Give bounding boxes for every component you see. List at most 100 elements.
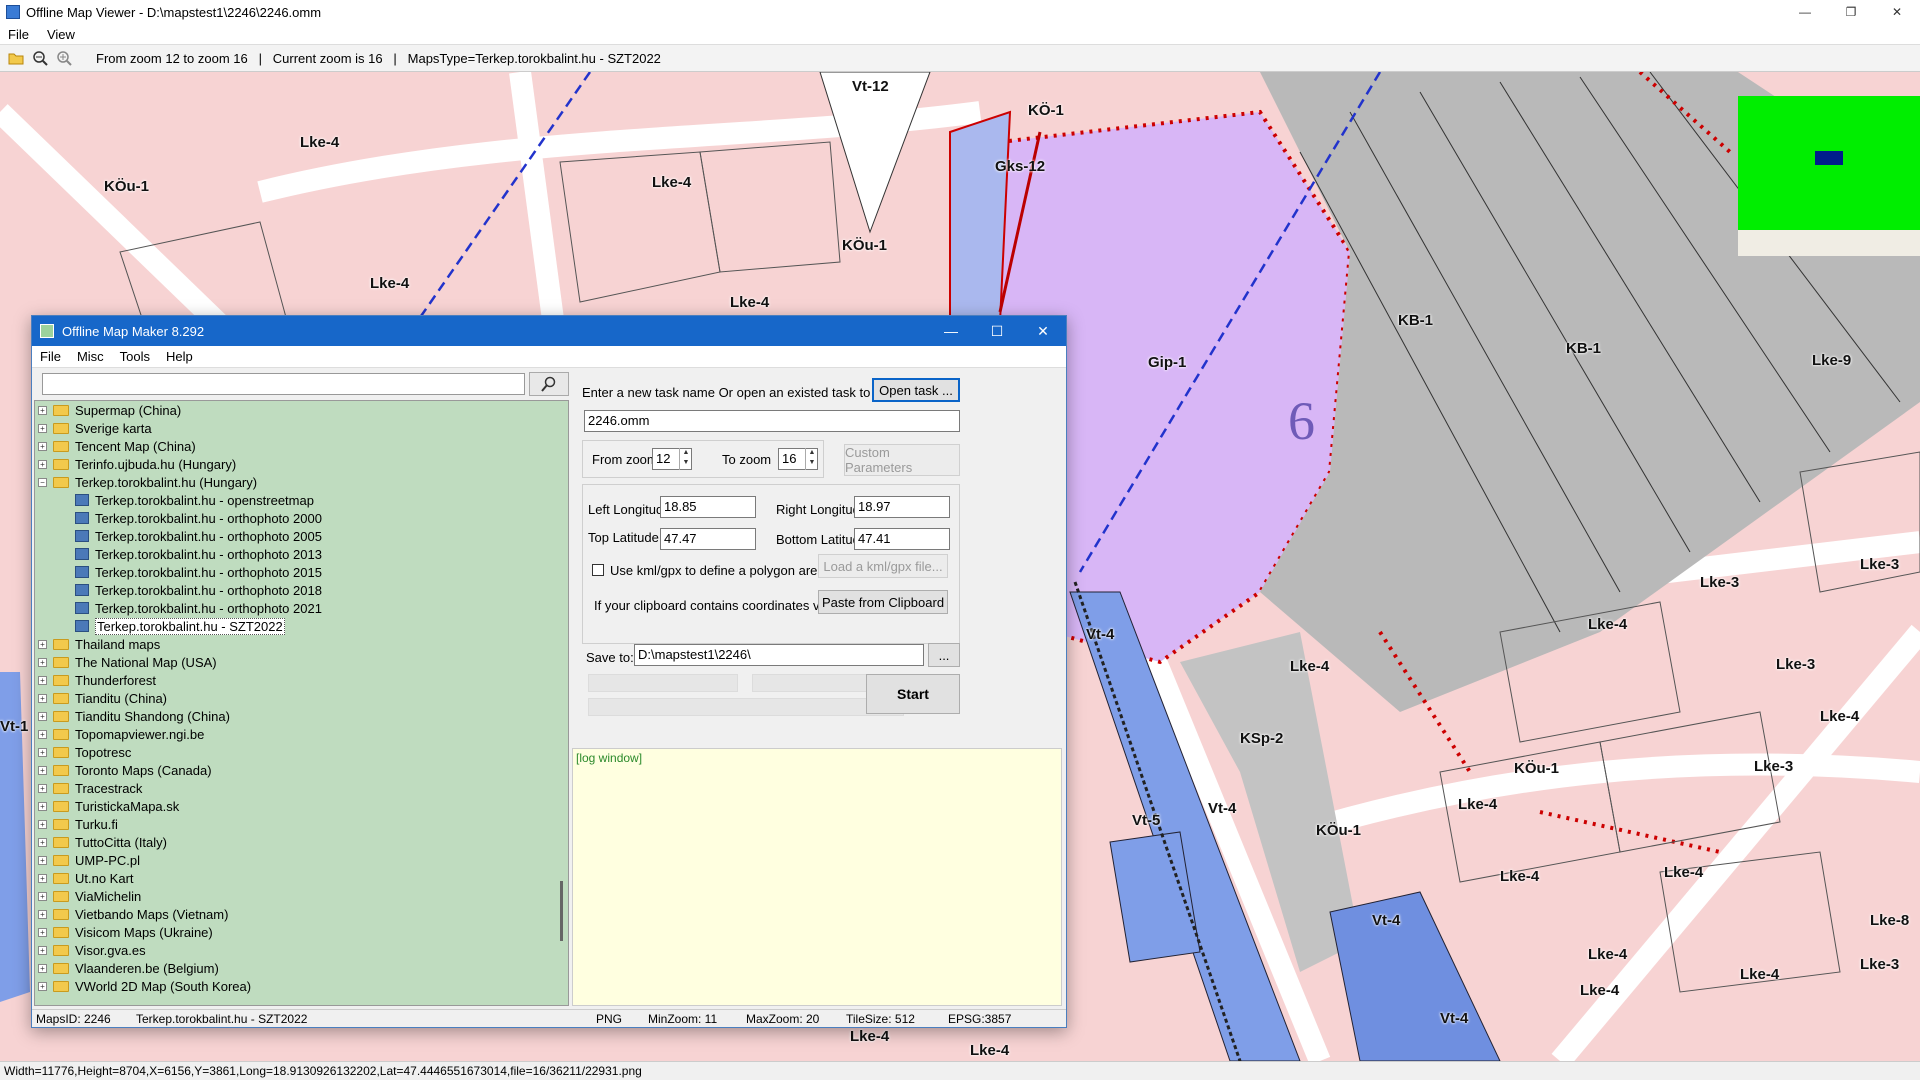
browse-folder-button[interactable]: ... xyxy=(928,643,960,667)
restore-icon[interactable]: ❐ xyxy=(1828,0,1874,24)
tree-scroll-thumb[interactable] xyxy=(560,881,563,941)
log-window[interactable]: [log window] xyxy=(572,748,1062,1006)
tree-folder-item[interactable]: + Tracestrack xyxy=(35,779,568,797)
expand-icon[interactable]: + xyxy=(38,963,47,973)
tree-map-item[interactable]: Terkep.torokbalint.hu - orthophoto 2005 xyxy=(35,527,568,545)
to-zoom-arrows[interactable]: ▲ ▼ xyxy=(805,448,818,470)
tree-folder-item[interactable]: + Topomapviewer.ngi.be xyxy=(35,725,568,743)
menu-view[interactable]: View xyxy=(47,27,75,42)
search-button[interactable] xyxy=(529,372,569,396)
expand-icon[interactable]: + xyxy=(38,873,47,883)
expand-icon[interactable]: + xyxy=(38,747,47,757)
tree-folder-item[interactable]: + Visicom Maps (Ukraine) xyxy=(35,923,568,941)
tree-folder-item[interactable]: + Tencent Map (China) xyxy=(35,437,568,455)
tree-map-item[interactable]: Terkep.torokbalint.hu - openstreetmap xyxy=(35,491,568,509)
minimize-icon[interactable]: — xyxy=(928,316,974,346)
tree-folder-item[interactable]: + Ut.no Kart xyxy=(35,869,568,887)
menu-file[interactable]: File xyxy=(8,27,29,42)
tree-folder-item[interactable]: + TuristickaMapa.sk xyxy=(35,797,568,815)
expand-icon[interactable]: + xyxy=(38,891,47,901)
tree-folder-item[interactable]: + Turku.fi xyxy=(35,815,568,833)
map-source-tree[interactable]: + Supermap (China) + Sverige karta + Tencent … xyxy=(34,400,569,1006)
expand-icon[interactable]: + xyxy=(38,639,47,649)
dialog-menu-tools[interactable]: Tools xyxy=(120,349,150,364)
tree-folder-item[interactable]: + TuttoCitta (Italy) xyxy=(35,833,568,851)
expand-icon[interactable]: + xyxy=(38,801,47,811)
tree-map-item[interactable]: Terkep.torokbalint.hu - orthophoto 2013 xyxy=(35,545,568,563)
expand-icon[interactable]: + xyxy=(38,441,47,451)
expand-icon[interactable]: + xyxy=(38,423,47,433)
tree-folder-item[interactable]: + Tianditu Shandong (China) xyxy=(35,707,568,725)
top-latitude-input[interactable]: 47.47 xyxy=(660,528,756,550)
expand-icon[interactable]: + xyxy=(38,945,47,955)
tree-scrollbar[interactable] xyxy=(556,401,568,1005)
expand-icon[interactable]: + xyxy=(38,981,47,991)
zoom-out-icon[interactable] xyxy=(30,48,50,68)
close-icon[interactable]: ✕ xyxy=(1874,0,1920,24)
start-button[interactable]: Start xyxy=(866,674,960,714)
expand-icon[interactable]: + xyxy=(38,765,47,775)
tree-map-item[interactable]: Terkep.torokbalint.hu - orthophoto 2000 xyxy=(35,509,568,527)
tree-folder-item[interactable]: + Visor.gva.es xyxy=(35,941,568,959)
bottom-latitude-input[interactable]: 47.41 xyxy=(854,528,950,550)
tree-map-item[interactable]: Terkep.torokbalint.hu - orthophoto 2018 xyxy=(35,581,568,599)
tree-item-label: VWorld 2D Map (South Korea) xyxy=(75,978,252,994)
expand-icon[interactable]: + xyxy=(38,837,47,847)
dialog-title-bar[interactable]: Offline Map Maker 8.292 — ☐ ✕ xyxy=(32,316,1066,346)
tree-folder-item[interactable]: + Terinfo.ujbuda.hu (Hungary) xyxy=(35,455,568,473)
tree-folder-item[interactable]: + Vlaanderen.be (Belgium) xyxy=(35,959,568,977)
tree-folder-item[interactable]: + Thunderforest xyxy=(35,671,568,689)
tree-map-item[interactable]: Terkep.torokbalint.hu - SZT2022 xyxy=(35,617,568,635)
right-longitude-input[interactable]: 18.97 xyxy=(854,496,950,518)
tree-folder-item[interactable]: − Terkep.torokbalint.hu (Hungary) xyxy=(35,473,568,491)
dialog-menu-file[interactable]: File xyxy=(40,349,61,364)
maximize-icon[interactable]: ☐ xyxy=(974,316,1020,346)
folder-open-icon[interactable] xyxy=(6,48,26,68)
log-scrollbar[interactable] xyxy=(1051,749,1061,1005)
minimize-icon[interactable]: — xyxy=(1782,0,1828,24)
tree-folder-item[interactable]: + The National Map (USA) xyxy=(35,653,568,671)
tree-folder-item[interactable]: + Vietbando Maps (Vietnam) xyxy=(35,905,568,923)
zoom-in-icon[interactable] xyxy=(54,48,74,68)
overview-minimap[interactable] xyxy=(1738,96,1920,256)
expand-icon[interactable]: + xyxy=(38,819,47,829)
expand-icon[interactable]: + xyxy=(38,459,47,469)
expand-icon[interactable]: + xyxy=(38,909,47,919)
expand-icon[interactable]: + xyxy=(38,729,47,739)
tree-map-item[interactable]: Terkep.torokbalint.hu - orthophoto 2021 xyxy=(35,599,568,617)
expand-icon[interactable]: + xyxy=(38,783,47,793)
search-input[interactable] xyxy=(42,373,526,395)
expand-icon[interactable]: + xyxy=(38,405,47,415)
paste-clipboard-button[interactable]: Paste from Clipboard xyxy=(818,590,948,614)
tree-folder-item[interactable]: + Toronto Maps (Canada) xyxy=(35,761,568,779)
from-zoom-arrows[interactable]: ▲ ▼ xyxy=(679,448,692,470)
dialog-menu-misc[interactable]: Misc xyxy=(77,349,104,364)
expand-icon[interactable]: + xyxy=(38,675,47,685)
tree-folder-item[interactable]: + VWorld 2D Map (South Korea) xyxy=(35,977,568,995)
tree-folder-item[interactable]: + Tianditu (China) xyxy=(35,689,568,707)
expand-icon[interactable]: + xyxy=(38,711,47,721)
save-path-input[interactable]: D:\mapstest1\2246\ xyxy=(634,644,924,666)
custom-parameters-button[interactable]: Custom Parameters xyxy=(844,444,960,476)
tree-folder-item[interactable]: + Thailand maps xyxy=(35,635,568,653)
expand-icon[interactable]: + xyxy=(38,693,47,703)
collapse-icon[interactable]: − xyxy=(38,477,47,487)
tree-folder-item[interactable]: + Sverige karta xyxy=(35,419,568,437)
tree-folder-item[interactable]: + Topotresc xyxy=(35,743,568,761)
app-window-controls: — ❐ ✕ xyxy=(1782,0,1920,24)
open-task-button[interactable]: Open task ... xyxy=(872,378,960,402)
overview-viewport[interactable] xyxy=(1815,151,1843,165)
expand-icon[interactable]: + xyxy=(38,657,47,667)
tree-map-item[interactable]: Terkep.torokbalint.hu - orthophoto 2015 xyxy=(35,563,568,581)
tree-folder-item[interactable]: + Supermap (China) xyxy=(35,401,568,419)
expand-icon[interactable]: + xyxy=(38,855,47,865)
expand-icon[interactable]: + xyxy=(38,927,47,937)
kml-polygon-checkbox[interactable] xyxy=(592,564,604,576)
left-longitude-input[interactable]: 18.85 xyxy=(660,496,756,518)
close-icon[interactable]: ✕ xyxy=(1020,316,1066,346)
task-name-input[interactable]: 2246.omm xyxy=(584,410,960,432)
tree-folder-item[interactable]: + ViaMichelin xyxy=(35,887,568,905)
load-kml-button[interactable]: Load a kml/gpx file... xyxy=(818,554,948,578)
tree-folder-item[interactable]: + UMP-PC.pl xyxy=(35,851,568,869)
dialog-menu-help[interactable]: Help xyxy=(166,349,193,364)
